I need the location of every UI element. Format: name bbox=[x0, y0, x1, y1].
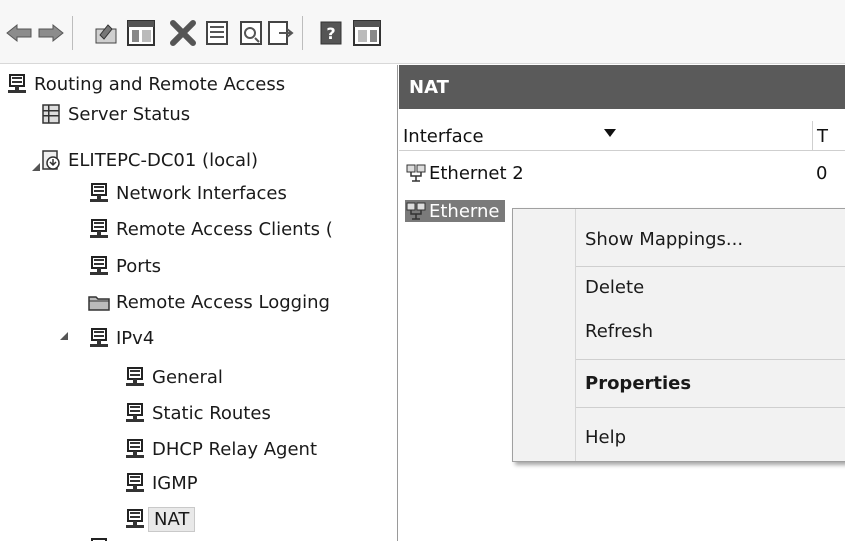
menu-item-show-mappings[interactable]: Show Mappings... bbox=[513, 219, 845, 259]
tree-item-label: Static Routes bbox=[152, 402, 271, 424]
tree-item-ipv4[interactable]: IPv4 bbox=[88, 323, 154, 353]
server-icon bbox=[6, 73, 28, 95]
network-icon bbox=[124, 472, 146, 494]
tree-item-label: Network Interfaces bbox=[116, 182, 287, 204]
help-button[interactable]: ? bbox=[316, 18, 346, 48]
tree-item-igmp[interactable]: IGMP bbox=[124, 468, 198, 498]
tree-item-label: Server Status bbox=[68, 103, 191, 125]
tree-item-network-interfaces[interactable]: Network Interfaces bbox=[88, 178, 287, 208]
column-header-type[interactable]: T bbox=[813, 121, 845, 151]
network-icon bbox=[88, 182, 110, 204]
server-running-icon bbox=[40, 149, 62, 171]
menu-item-delete[interactable]: Delete bbox=[513, 267, 845, 307]
table-row-selected[interactable]: Etherne bbox=[405, 197, 506, 225]
help-icon: ? bbox=[320, 21, 342, 45]
up-level-button[interactable] bbox=[92, 18, 122, 48]
tree-item-label: Remote Access Clients ( bbox=[116, 218, 333, 240]
properties-icon bbox=[206, 21, 228, 45]
tree-item-label: Routing and Remote Access bbox=[34, 73, 286, 95]
tree-item-static-routes[interactable]: Static Routes bbox=[124, 398, 271, 428]
tree-item-server-local[interactable]: ELITEPC-DC01 (local) bbox=[40, 145, 258, 175]
details-title: NAT bbox=[399, 65, 845, 109]
export-list-icon bbox=[268, 21, 294, 45]
type-cell: 0 bbox=[816, 162, 828, 184]
network-icon bbox=[88, 218, 110, 240]
tree-item-label: General bbox=[152, 366, 223, 388]
menu-item-properties[interactable]: Properties bbox=[513, 363, 845, 403]
folder-icon bbox=[88, 291, 110, 313]
tree-item-nat[interactable]: NAT bbox=[124, 504, 196, 534]
network-icon bbox=[124, 438, 146, 460]
tree-item-label: DHCP Relay Agent bbox=[152, 438, 317, 460]
interface-cell: Etherne bbox=[405, 200, 506, 222]
collapse-icon[interactable] bbox=[58, 330, 70, 342]
tree-item-label: NAT bbox=[148, 506, 196, 532]
nic-icon bbox=[405, 200, 427, 222]
tree-item-label: IPv4 bbox=[116, 327, 155, 349]
show-hide-action-pane-button[interactable] bbox=[352, 18, 382, 48]
column-label: Interface bbox=[403, 125, 484, 147]
context-menu: Show Mappings... Delete Refresh Properti… bbox=[512, 208, 845, 462]
network-icon bbox=[124, 402, 146, 424]
show-hide-action-pane-icon bbox=[353, 20, 381, 46]
show-hide-tree-button[interactable] bbox=[126, 18, 156, 48]
column-header-row: Interface T bbox=[399, 121, 845, 151]
export-list-button[interactable] bbox=[266, 18, 296, 48]
forward-icon bbox=[38, 23, 64, 43]
menu-item-refresh[interactable]: Refresh bbox=[513, 311, 845, 351]
show-hide-tree-icon bbox=[127, 20, 155, 46]
table-row[interactable]: Ethernet 2 0 bbox=[405, 159, 827, 187]
nic-icon bbox=[405, 162, 427, 184]
network-icon bbox=[88, 255, 110, 277]
tree-item-label: ELITEPC-DC01 (local) bbox=[68, 149, 259, 171]
console-tree: Routing and Remote Access Server Status … bbox=[0, 65, 398, 541]
network-icon bbox=[88, 537, 110, 541]
tree-item-ports[interactable]: Ports bbox=[88, 251, 161, 281]
refresh-icon bbox=[240, 21, 262, 45]
tree-item-partial[interactable] bbox=[88, 533, 110, 541]
tree-item-label: Remote Access Logging bbox=[116, 291, 330, 313]
sort-descending-icon bbox=[604, 129, 616, 137]
interface-cell: Ethernet 2 bbox=[405, 162, 530, 184]
back-button[interactable] bbox=[4, 18, 34, 48]
refresh-button[interactable] bbox=[236, 18, 266, 48]
tree-item-label: Ports bbox=[116, 255, 162, 277]
tree-item-server-status[interactable]: Server Status bbox=[40, 99, 190, 129]
tree-item-remote-access-clients[interactable]: Remote Access Clients ( bbox=[88, 214, 333, 244]
server-status-icon bbox=[40, 103, 62, 125]
toolbar: ? bbox=[0, 0, 845, 64]
forward-button[interactable] bbox=[36, 18, 66, 48]
network-icon bbox=[124, 508, 146, 530]
column-label: T bbox=[817, 125, 828, 147]
menu-separator bbox=[576, 407, 845, 408]
tree-item-routing-remote-access[interactable]: Routing and Remote Access bbox=[6, 69, 285, 99]
tree-item-general[interactable]: General bbox=[124, 362, 223, 392]
tree-item-label: IGMP bbox=[152, 472, 198, 494]
network-icon bbox=[124, 366, 146, 388]
network-icon bbox=[88, 327, 110, 349]
up-folder-icon bbox=[95, 24, 117, 44]
delete-icon bbox=[170, 20, 196, 46]
tree-item-remote-access-logging[interactable]: Remote Access Logging bbox=[88, 287, 330, 317]
menu-item-help[interactable]: Help bbox=[513, 417, 845, 457]
menu-separator bbox=[576, 359, 845, 360]
svg-text:?: ? bbox=[326, 24, 335, 43]
back-icon bbox=[6, 23, 32, 43]
tree-item-dhcp-relay-agent[interactable]: DHCP Relay Agent bbox=[124, 434, 317, 464]
delete-button[interactable] bbox=[168, 18, 198, 48]
properties-button[interactable] bbox=[202, 18, 232, 48]
